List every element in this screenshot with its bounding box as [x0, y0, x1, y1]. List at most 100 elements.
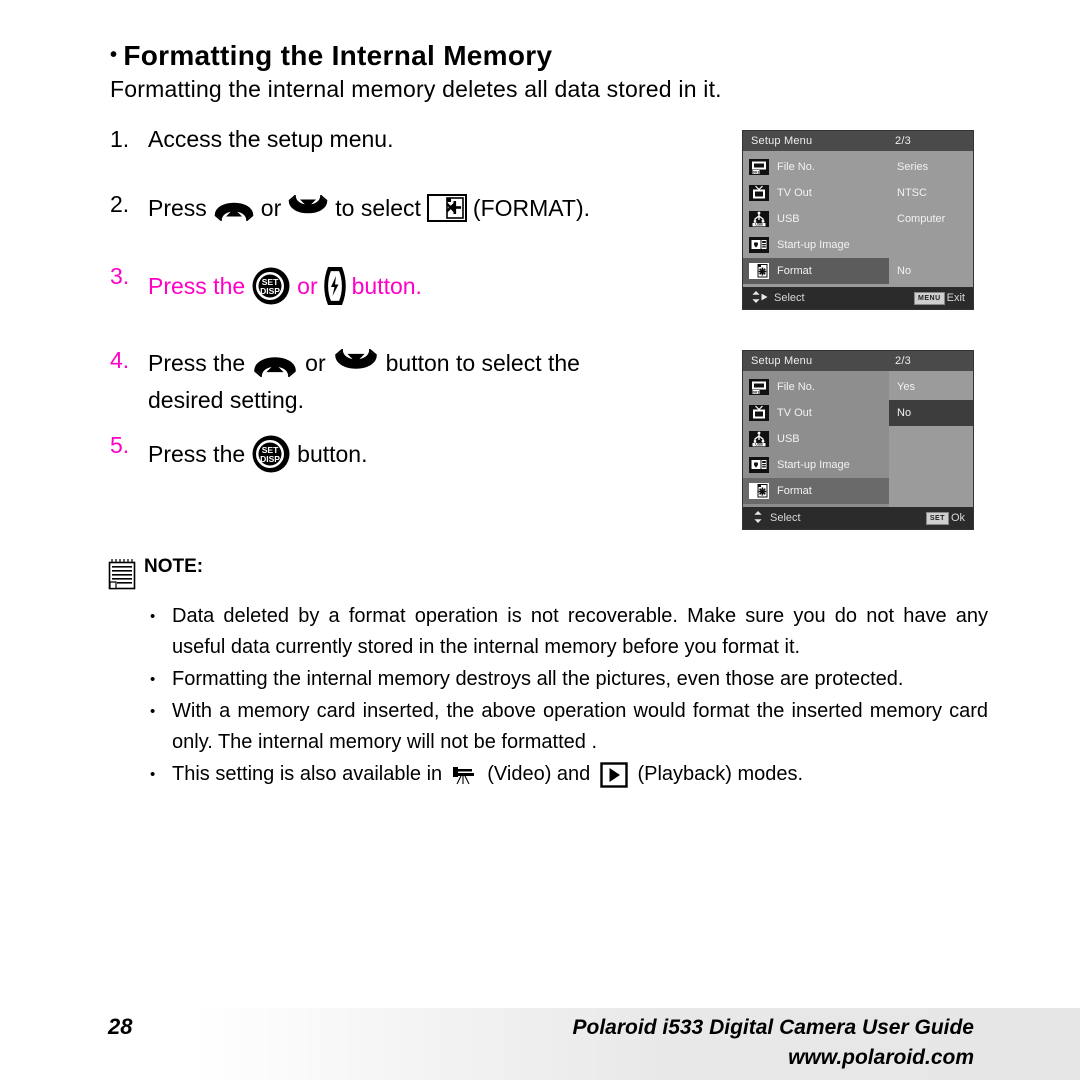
set-disp-button-icon: SET DISP — [251, 266, 291, 306]
menu-key-icon: MENU — [914, 291, 945, 305]
lcd1-page-indicator: 2/3 — [895, 135, 911, 147]
lcd1-row-tv-out[interactable]: TV Out — [743, 180, 889, 206]
step-5-text-pre: Press the — [148, 440, 246, 467]
note-bullet-2-text: Formatting the internal memory destroys … — [172, 668, 904, 690]
note-bullet-4-mid: (Video) and — [487, 763, 591, 785]
note-bullet-1-text: Data deleted by a format operation is no… — [172, 605, 988, 658]
set-key-icon: SET — [925, 511, 949, 525]
lcd1-body: 001 File No. TV Out USB USB Start-up Ima… — [743, 151, 973, 287]
step-2-text-post: to select — [335, 194, 421, 221]
lcd1-footer: Select MENU Exit — [743, 287, 973, 309]
note-bullet-4-end: (Playback) modes. — [637, 763, 804, 785]
lcd1-value-file-no: Series — [897, 161, 929, 173]
flash-button-icon — [322, 265, 348, 307]
svg-text:001: 001 — [753, 389, 760, 394]
step-1-number: 1. — [110, 126, 130, 152]
lcd1-value-tv-out: NTSC — [897, 187, 927, 199]
step-3-number: 3. — [110, 263, 130, 289]
lcd2-footer: Select SET Ok — [743, 507, 973, 529]
note-bullet-1: • Data deleted by a format operation is … — [150, 601, 988, 663]
lcd1-row-start-up-image[interactable]: Start-up Image — [743, 232, 889, 258]
footer-website: www.polaroid.com — [788, 1046, 974, 1069]
lcd2-option-blank-1 — [889, 426, 973, 452]
updown-arrows-icon — [751, 510, 765, 527]
lcd1-row-usb[interactable]: USB USB — [743, 206, 889, 232]
svg-text:DISP: DISP — [260, 286, 280, 296]
set-disp-button-icon: SET DISP — [251, 434, 291, 474]
lcd1-label-usb: USB — [777, 213, 800, 225]
lcd2-option-no[interactable]: No — [889, 400, 973, 426]
note-title: NOTE: — [144, 556, 204, 577]
camera-lcd-setup-menu-2: Setup Menu 2/3 001 File No. TV Out USB U… — [742, 350, 974, 530]
down-arrow-button-icon — [332, 349, 380, 377]
lcd1-row-file-no[interactable]: 001 File No. — [743, 154, 889, 180]
bullet-dot-icon: • — [150, 671, 156, 688]
note-bullet-4-lead: This setting is also available in — [172, 763, 443, 785]
tv-out-icon — [749, 405, 769, 421]
lcd2-label-file-no: File No. — [777, 381, 815, 393]
lcd1-label-tv-out: TV Out — [777, 187, 812, 199]
lcd1-title: Setup Menu — [751, 135, 813, 147]
lcd1-value-usb: Computer — [897, 213, 946, 225]
lcd2-titlebar: Setup Menu 2/3 — [743, 351, 973, 371]
step-4-text-post: button to select the — [385, 349, 580, 376]
lcd2-footer-select-label: Select — [770, 512, 801, 524]
footer-guide-title: Polaroid i533 Digital Camera User Guide — [572, 1016, 974, 1039]
step-4-text-pre: Press the — [148, 349, 246, 376]
lcd2-row-file-no[interactable]: 001 File No. — [743, 374, 889, 400]
page-title-text: Formatting the Internal Memory — [123, 40, 553, 71]
usb-icon: USB — [749, 211, 769, 227]
lcd2-option-yes[interactable]: Yes — [889, 374, 973, 400]
up-arrow-button-icon — [251, 349, 299, 377]
step-5: 5. Press the SET DISP button. — [110, 434, 730, 474]
updown-right-arrows-icon — [751, 290, 769, 307]
steps-list: 1. Access the setup menu. 2. Press or to… — [110, 128, 730, 474]
note-bullet-4: • This setting is also available in (Vid… — [150, 759, 988, 790]
lcd1-value-start-up-image — [889, 232, 973, 258]
video-mode-icon — [452, 765, 478, 785]
svg-text:USB: USB — [755, 443, 763, 447]
note-bullet-4-text: This setting is also available in (Video… — [172, 759, 988, 790]
down-arrow-button-icon — [287, 195, 329, 221]
start-up-image-icon — [749, 237, 769, 253]
step-2-text-tail: (FORMAT). — [472, 194, 591, 221]
note-bullets: • Data deleted by a format operation is … — [150, 601, 988, 790]
lcd1-row-format[interactable]: Format — [743, 258, 889, 284]
format-icon — [749, 483, 769, 499]
step-2-text-mid: or — [260, 194, 282, 221]
format-symbol-icon — [426, 193, 467, 223]
lcd1-titlebar: Setup Menu 2/3 — [743, 131, 973, 151]
step-3-text-post: button. — [351, 272, 422, 299]
start-up-image-icon — [749, 457, 769, 473]
step-1: 1. Access the setup menu. — [110, 128, 730, 151]
bullet-dot-icon: • — [150, 766, 156, 783]
svg-text:DISP: DISP — [260, 454, 280, 464]
step-4-text-mid: or — [305, 349, 326, 376]
lcd2-label-start-up-image: Start-up Image — [777, 459, 850, 471]
camera-lcd-setup-menu-1: Setup Menu 2/3 001 File No. TV Out USB U… — [742, 130, 974, 310]
lcd1-label-format: Format — [777, 265, 812, 277]
lcd2-options-column: Yes No — [889, 371, 973, 507]
page-number: 28 — [108, 1014, 133, 1039]
lcd2-body: 001 File No. TV Out USB USB Start-up Ima… — [743, 371, 973, 507]
step-2: 2. Press or to select (FORMAT). — [110, 193, 730, 223]
step-4-number: 4. — [110, 347, 130, 373]
lcd2-row-format[interactable]: Format — [743, 478, 889, 504]
svg-text:USB: USB — [755, 223, 763, 227]
lcd1-label-start-up-image: Start-up Image — [777, 239, 850, 251]
lcd2-label-usb: USB — [777, 433, 800, 445]
lcd2-row-start-up-image[interactable]: Start-up Image — [743, 452, 889, 478]
tv-out-icon — [749, 185, 769, 201]
up-arrow-button-icon — [213, 195, 255, 221]
format-icon — [749, 263, 769, 279]
lcd1-menu-column: 001 File No. TV Out USB USB Start-up Ima… — [743, 151, 889, 287]
lcd2-row-tv-out[interactable]: TV Out — [743, 400, 889, 426]
step-4: 4. Press the or button to select the des… — [110, 349, 730, 412]
lcd2-row-usb[interactable]: USB USB — [743, 426, 889, 452]
usb-icon: USB — [749, 431, 769, 447]
step-5-number: 5. — [110, 432, 130, 458]
svg-text:001: 001 — [753, 169, 760, 174]
step-3-text-pre: Press the — [148, 272, 246, 299]
lcd1-value-column: Series NTSC Computer No — [889, 151, 973, 287]
bullet-dot-icon: • — [150, 703, 156, 720]
